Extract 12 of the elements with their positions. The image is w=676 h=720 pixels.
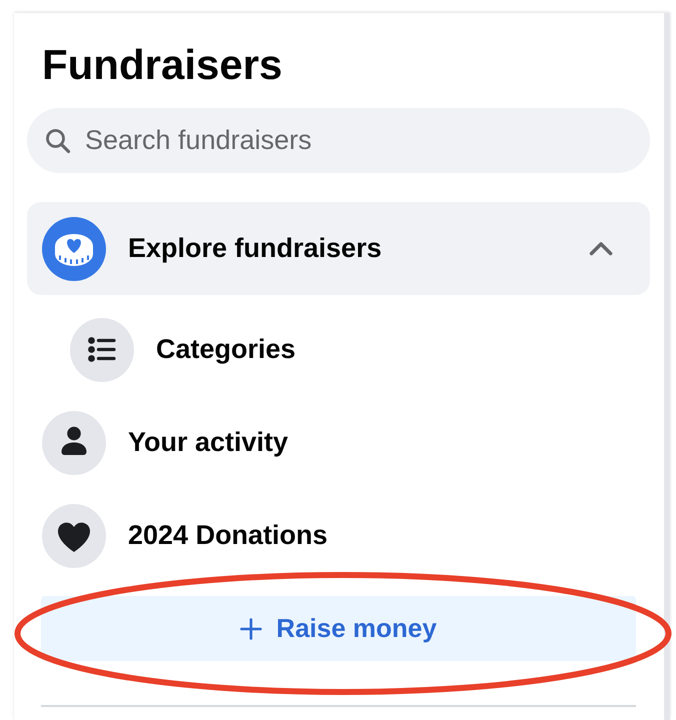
nav-item[interactable]: 2024 Donations: [27, 489, 650, 582]
plus-icon: [240, 618, 262, 640]
page-title: Fundraisers: [42, 40, 284, 90]
chevron-up-icon[interactable]: [589, 241, 613, 256]
nav-item[interactable]: Explore fundraisers: [27, 202, 650, 295]
search-icon: [45, 128, 71, 154]
nav-item[interactable]: Your activity: [27, 396, 650, 489]
raise-money-button[interactable]: Raise money: [41, 596, 636, 661]
search-field[interactable]: Search fundraisers: [27, 108, 650, 173]
list-icon: [70, 318, 134, 382]
nav-item[interactable]: Categories: [55, 303, 650, 396]
person-icon: [42, 410, 106, 474]
